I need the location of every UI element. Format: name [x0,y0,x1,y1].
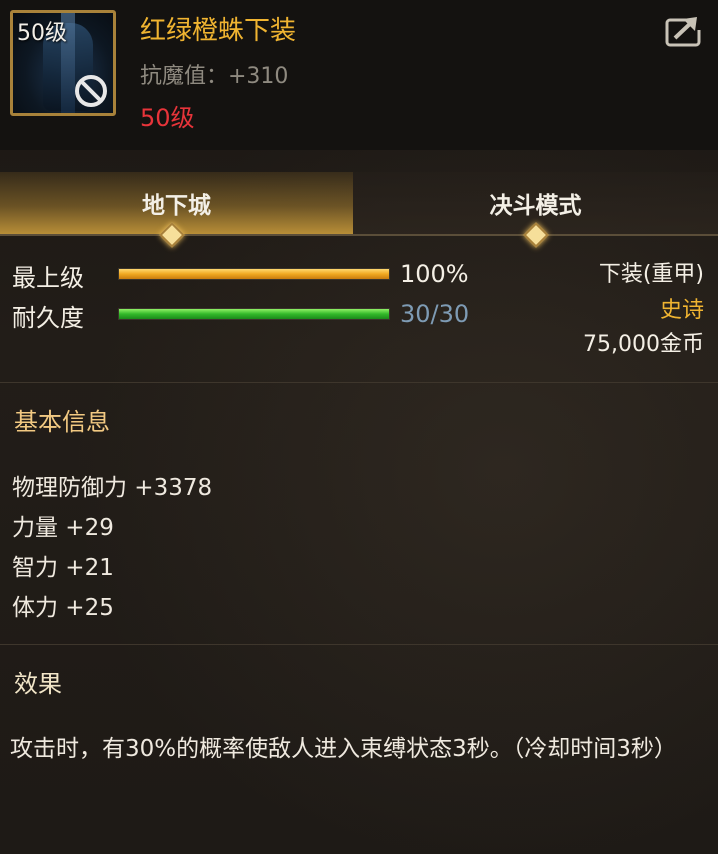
tab-pvp-label: 决斗模式 [489,193,582,219]
grade-bar [118,268,390,280]
prop-defense: 物理防御力 +3378 [12,475,213,501]
durability-bar [118,308,390,320]
equip-type: 下装(重甲) [598,262,704,287]
rarity-label: 史诗 [659,298,704,323]
item-name: 红绿橙蛛下装 [140,16,297,46]
mode-tabs: 地下城 决斗模式 [0,172,718,236]
tab-dungeon[interactable]: 地下城 [0,172,353,234]
icon-level-label: 50级 [17,21,67,46]
grade-label: 最上级 [12,264,84,292]
price-label: 75,000金币 [583,332,704,357]
share-icon[interactable] [664,14,704,48]
item-level-requirement: 50级 [140,104,195,132]
effect-description: 攻击时，有30%的概率使敌人进入束缚状态3秒。（冷却时间3秒） [10,736,677,762]
basic-info-title: 基本信息 [14,408,110,436]
grade-value: 100% [400,260,469,288]
durability-label: 耐久度 [12,304,84,332]
durability-bar-fill [119,309,389,319]
ban-icon [75,75,107,107]
divider-stats [0,382,718,383]
durability-value: 30/30 [400,300,470,328]
armor-icon: 50级 [10,10,116,116]
tab-underline [0,234,718,236]
prop-intelligence: 智力 +21 [12,555,114,581]
tab-dungeon-label: 地下城 [142,193,211,219]
divider-basic [0,644,718,645]
item-header: 50级 红绿橙蛛下装 抗魔值：+310 50级 [0,0,718,150]
prop-strength: 力量 +29 [12,515,114,541]
prop-vitality: 体力 +25 [12,595,114,621]
item-attribute: 抗魔值：+310 [140,64,289,89]
grade-bar-fill [119,269,389,279]
effect-title: 效果 [14,670,62,698]
